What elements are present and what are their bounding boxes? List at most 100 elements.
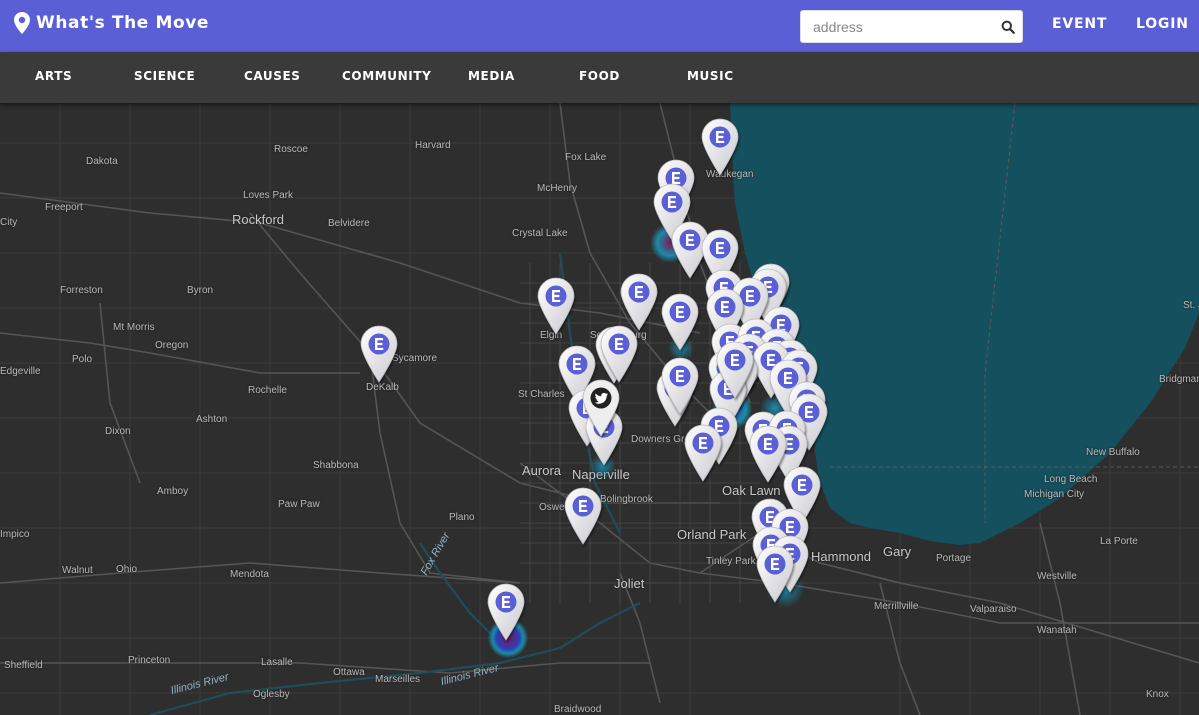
event-marker[interactable] <box>701 118 739 176</box>
city-label: Aurora <box>522 463 562 478</box>
event-marker[interactable] <box>749 425 787 483</box>
event-map[interactable]: Harvard Dakota Roscoe Fox Lake Waukegan … <box>0 103 1199 715</box>
city-label: Valparaiso <box>970 604 1017 615</box>
city-label: Joliet <box>614 576 645 591</box>
event-e-icon <box>487 583 525 641</box>
event-e-icon <box>661 357 699 415</box>
city-label: Long Beach <box>1044 474 1098 485</box>
city-label: Rochelle <box>248 385 287 396</box>
city-label: Marseilles <box>375 674 421 685</box>
event-e-icon <box>756 545 794 603</box>
event-marker[interactable] <box>360 325 398 383</box>
city-label: Merrillville <box>874 601 919 612</box>
event-e-icon <box>661 293 699 351</box>
city-label: Freeport <box>45 202 83 213</box>
city-label: Amboy <box>157 486 189 497</box>
city-label: Gary <box>883 544 912 559</box>
city-label: Rockford <box>232 212 285 227</box>
city-label: Roscoe <box>274 144 308 155</box>
city-label: Paw Paw <box>278 499 320 510</box>
city-label: Forreston <box>60 285 103 296</box>
twitter-icon <box>582 379 620 437</box>
city-label: Oregon <box>155 340 189 351</box>
event-marker[interactable] <box>564 487 602 545</box>
city-label: La Porte <box>1100 536 1138 547</box>
city-label: Dakota <box>86 156 118 167</box>
city-label: Dixon <box>105 426 131 437</box>
city-label: New Buffalo <box>1086 447 1140 458</box>
city-label: Lasalle <box>261 657 293 668</box>
category-media[interactable]: MEDIA <box>468 69 515 83</box>
city-label: Ashton <box>196 414 228 425</box>
twitter-marker[interactable] <box>582 379 620 437</box>
category-music[interactable]: MUSIC <box>687 69 734 83</box>
city-label: Bridgman <box>1159 374 1199 385</box>
city-label: Mendota <box>230 569 269 580</box>
city-label: Belvidere <box>328 218 370 229</box>
event-marker[interactable] <box>537 277 575 335</box>
login-link[interactable]: LOGIN <box>1136 16 1189 32</box>
city-label: St. J <box>1183 300 1199 311</box>
event-marker[interactable] <box>716 341 754 399</box>
event-e-icon <box>684 424 722 482</box>
city-label: Sycamore <box>392 353 438 364</box>
city-label: Mt Morris <box>113 322 155 333</box>
category-causes[interactable]: CAUSES <box>244 69 301 83</box>
city-label: Ohio <box>116 564 138 575</box>
category-community[interactable]: COMMUNITY <box>342 69 431 83</box>
city-label: Braidwood <box>554 704 602 715</box>
category-arts[interactable]: ARTS <box>35 69 72 83</box>
search-icon[interactable] <box>994 11 1022 42</box>
city-label: Knox <box>1146 689 1169 700</box>
event-marker[interactable] <box>620 273 658 331</box>
city-label: Shabbona <box>313 460 359 471</box>
event-e-icon <box>360 325 398 383</box>
city-label: Tinley Park <box>706 556 756 567</box>
city-label: Orland Park <box>677 527 747 542</box>
city-label: Edgeville <box>0 366 41 377</box>
city-label: Ottawa <box>333 667 365 678</box>
city-label: DeKalb <box>366 382 399 393</box>
city-label: Walnut <box>62 565 93 576</box>
city-label: Polo <box>72 354 93 365</box>
city-label: Byron <box>187 285 214 296</box>
event-e-icon <box>701 118 739 176</box>
top-header: What's The Move EVENT LOGIN <box>0 0 1199 52</box>
event-e-icon <box>716 341 754 399</box>
event-e-icon <box>620 273 658 331</box>
city-label: Bolingbrook <box>600 494 653 505</box>
city-label: Naperville <box>572 467 630 482</box>
category-food[interactable]: FOOD <box>579 69 620 83</box>
city-label: Oak Lawn <box>722 483 781 498</box>
city-label: Wanatah <box>1037 625 1077 636</box>
event-marker[interactable] <box>661 293 699 351</box>
event-e-icon <box>564 487 602 545</box>
event-e-icon <box>749 425 787 483</box>
category-bar: ARTS SCIENCE CAUSES COMMUNITY MEDIA FOOD… <box>0 52 1199 103</box>
category-science[interactable]: SCIENCE <box>134 69 195 83</box>
city-label: Princeton <box>128 655 171 666</box>
city-label: Sheffield <box>4 660 43 671</box>
city-label: Loves Park <box>243 190 294 201</box>
event-link[interactable]: EVENT <box>1052 16 1107 32</box>
event-marker[interactable] <box>661 357 699 415</box>
city-label: Harvard <box>415 140 451 151</box>
address-search-input[interactable] <box>801 11 994 42</box>
event-e-icon <box>537 277 575 335</box>
address-search <box>800 10 1023 43</box>
brand[interactable]: What's The Move <box>14 12 209 34</box>
city-label: Crystal Lake <box>512 228 568 239</box>
city-label: Oglesby <box>253 689 290 700</box>
event-marker[interactable] <box>487 583 525 641</box>
event-marker[interactable] <box>756 545 794 603</box>
city-label: Impico <box>0 529 30 540</box>
event-marker[interactable] <box>684 424 722 482</box>
map-pin-icon <box>14 12 30 34</box>
city-label: Hammond <box>811 549 871 564</box>
city-label: Westville <box>1037 571 1077 582</box>
city-label: City <box>0 217 18 228</box>
event-marker[interactable] <box>600 325 638 383</box>
city-label: Fox Lake <box>565 152 607 163</box>
city-label: Portage <box>936 553 972 564</box>
city-label: McHenry <box>537 183 578 194</box>
